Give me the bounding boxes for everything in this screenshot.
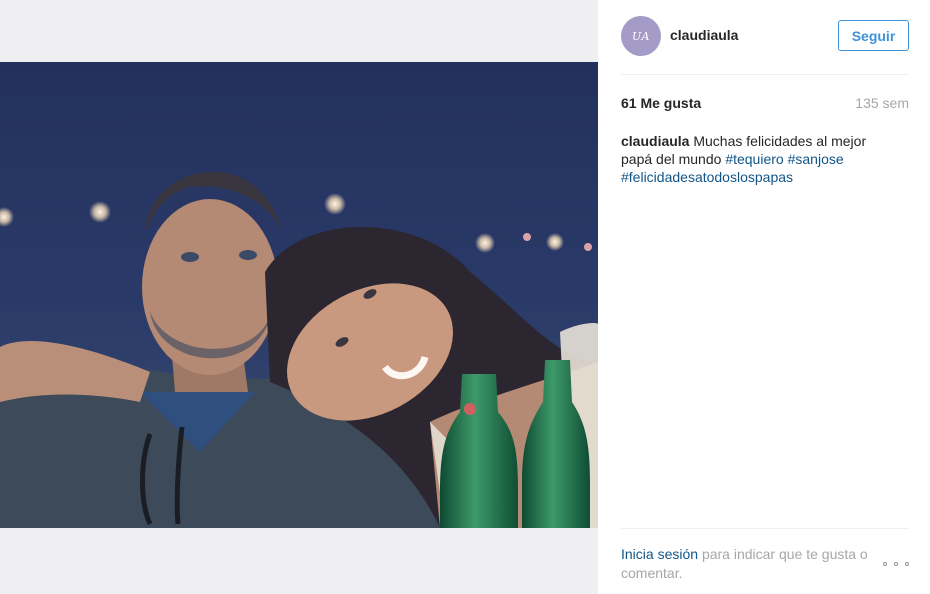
caption-username[interactable]: claudiaula [621,133,689,149]
follow-button[interactable]: Seguir [838,20,909,51]
login-prompt: Inicia sesión para indicar que te gusta … [621,545,879,583]
post-header: UA claudiaula Seguir [621,16,909,56]
likes-count[interactable]: 61 Me gusta [621,95,701,111]
more-options-button[interactable] [883,557,909,571]
info-pane: UA claudiaula Seguir 61 Me gusta 135 sem… [598,0,930,594]
post-caption: claudiaula Muchas felicidades al mejor p… [621,132,891,186]
more-dot-icon [905,562,909,566]
media-pane [0,0,598,594]
post-footer: Inicia sesión para indicar que te gusta … [621,545,909,585]
avatar[interactable]: UA [621,16,661,56]
hashtag-link[interactable]: #sanjose [788,151,844,167]
post-stats: 61 Me gusta 135 sem [621,95,909,113]
header-divider [621,74,909,75]
hashtag-link[interactable]: #felicidadesatodoslospapas [621,169,793,185]
footer-divider [621,528,909,529]
hashtag-link[interactable]: #tequiero [725,151,783,167]
more-dot-icon [894,562,898,566]
login-link[interactable]: Inicia sesión [621,546,698,562]
avatar-initials: UA [632,29,650,43]
username-link[interactable]: claudiaula [670,27,738,43]
more-dot-icon [883,562,887,566]
post-age[interactable]: 135 sem [855,95,909,111]
post-photo[interactable] [0,62,598,528]
